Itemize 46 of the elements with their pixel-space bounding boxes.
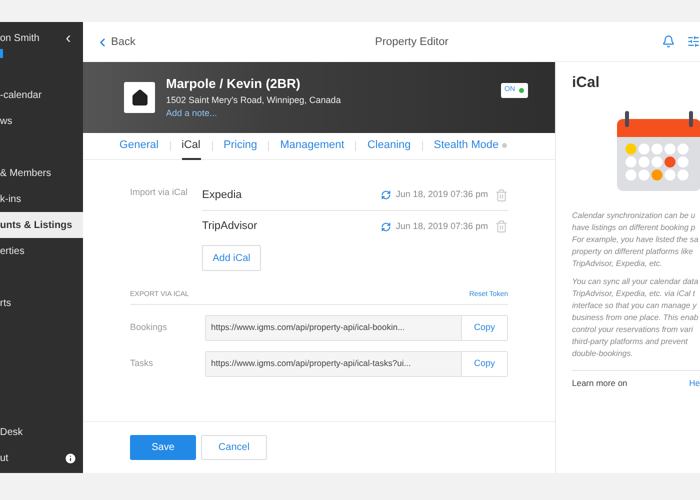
sync-icon[interactable] [380, 222, 391, 232]
tab[interactable]: Management [280, 132, 344, 160]
page-title: Property Editor [375, 34, 448, 50]
house-icon [130, 88, 148, 106]
sidebar-item[interactable]: unts & Listings [0, 212, 83, 238]
notification-icon[interactable] [662, 35, 675, 48]
learn-more-label: Learn more on [572, 376, 628, 390]
help-link[interactable]: He [689, 376, 700, 390]
sidebar-item[interactable]: Desk [0, 424, 23, 440]
import-label: Import via iCal [130, 186, 189, 199]
save-button[interactable]: Save [130, 435, 196, 460]
property-address: 1502 Saint Mery's Road, Winnipeg, Canada [166, 94, 342, 107]
sidebar-item[interactable]: & Members [0, 160, 83, 186]
url-field[interactable]: https://www.igms.com/api/property-api/ical-tasks?ui... [206, 352, 462, 376]
help-paragraph: Calendar synchronization can be u have listings on different booking p For example, you have listed the sa property on different platforms like TripAdvisor, Expedia, etc. [572, 210, 700, 270]
export-label: Bookings [130, 320, 168, 334]
panel-title: iCal [572, 73, 601, 93]
sidebar-item[interactable]: -calendar [0, 82, 83, 108]
cancel-button[interactable]: Cancel [201, 435, 267, 460]
sidebar-item[interactable]: ut [0, 450, 8, 466]
feed-name: Expedia [202, 188, 243, 203]
back-button[interactable]: Back [96, 34, 136, 50]
sidebar-item[interactable]: erties [0, 238, 83, 264]
sync-time: Jun 18, 2019 07:36 pm [396, 220, 488, 233]
collapse-icon[interactable]: ‹ [66, 31, 71, 47]
tab[interactable]: Stealth Mode [434, 132, 507, 160]
sync-icon[interactable] [380, 190, 391, 200]
user-badge [0, 49, 3, 58]
tab[interactable]: iCal [182, 132, 200, 160]
help-paragraph: You can sync all your calendar data TripAdvisor, Expedia, etc. via iCal t interface so that you can manage y business from one place. This enab control your reservations from vari third-party platforms and prevent double-bookings. [572, 276, 700, 360]
tab[interactable]: Cleaning [367, 132, 411, 160]
url-field[interactable]: https://www.igms.com/api/property-api/ical-bookin... [206, 316, 462, 340]
sidebar-item[interactable]: k-ins [0, 186, 83, 212]
info-icon[interactable] [64, 452, 77, 464]
filter-icon[interactable] [687, 35, 700, 48]
add-note-link[interactable]: Add a note... [166, 107, 490, 121]
tab[interactable]: Pricing [224, 132, 258, 160]
sidebar-item[interactable]: ws [0, 108, 83, 134]
user-name: on Smith [0, 32, 40, 46]
tab[interactable]: General [119, 132, 159, 160]
sync-time: Jun 18, 2019 07:36 pm [396, 188, 488, 202]
feed-name: TripAdvisor [202, 219, 258, 234]
property-name: Marpole / Kevin (2BR) [166, 75, 302, 94]
sidebar-item[interactable]: rts [0, 290, 83, 316]
add-ical-button[interactable]: Add iCal [202, 245, 261, 271]
export-label: Tasks [130, 356, 154, 370]
